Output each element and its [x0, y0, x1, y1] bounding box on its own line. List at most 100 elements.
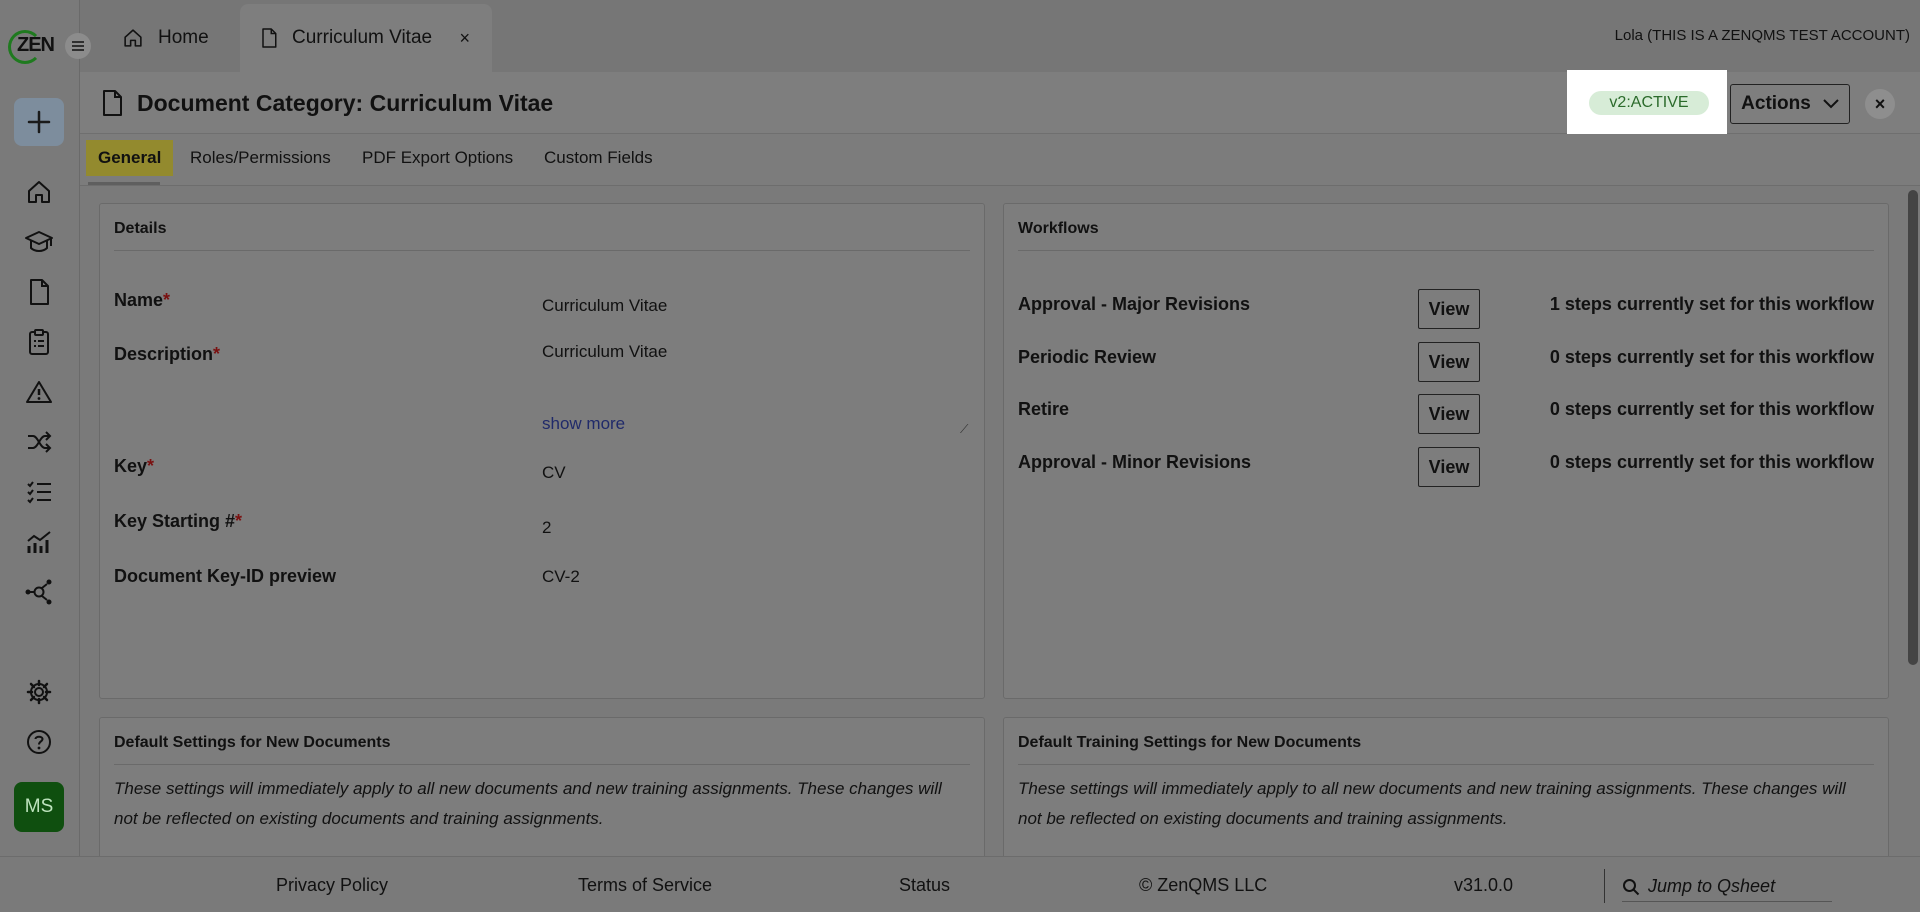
name-label-text: Name [114, 290, 164, 310]
workflows-title: Workflows [1018, 220, 1099, 237]
network-icon [25, 579, 52, 605]
active-tab-indicator [88, 182, 160, 185]
view-workflow-button[interactable]: View [1418, 447, 1480, 487]
key-id-preview-label: Document Key-ID preview [114, 566, 337, 586]
divider [114, 250, 970, 251]
default-training-settings-title: Default Training Settings for New Docume… [1018, 734, 1362, 751]
workflow-steps: 0 steps currently set for this workflow [1549, 452, 1874, 472]
default-training-settings-card: Default Training Settings for New Docume… [1003, 717, 1889, 856]
page-header: Document Category: Curriculum Vitae v2:A… [80, 70, 1920, 134]
help-icon [27, 730, 51, 754]
required-mark: * [213, 344, 221, 364]
document-icon [262, 28, 277, 48]
details-card: Details Name* Curriculum Vitae Descripti… [99, 203, 985, 699]
top-tab-bar: Home Curriculum Vitae × Lola (THIS IS A … [80, 0, 1920, 72]
analytics-icon [27, 531, 51, 553]
left-sidebar: ZEN MS [0, 0, 80, 912]
workflow-name: Periodic Review [1018, 347, 1157, 367]
nav-checklists[interactable] [24, 477, 54, 507]
page-scrollbar[interactable] [1908, 190, 1918, 665]
description-label: Description* [114, 344, 220, 365]
tab-pdf-export-options[interactable]: PDF Export Options [350, 140, 525, 176]
clipboard-icon [29, 329, 49, 355]
chevron-down-icon [1823, 93, 1839, 115]
section-tabs: General Roles/Permissions PDF Export Opt… [80, 134, 1920, 186]
user-avatar[interactable]: MS [14, 782, 64, 832]
default-settings-notice: These settings will immediately apply to… [114, 779, 942, 828]
description-label-text: Description [114, 344, 214, 364]
key-label-text: Key [114, 456, 148, 476]
shuffle-icon [28, 431, 52, 453]
default-training-settings-notice: These settings will immediately apply to… [1018, 779, 1846, 828]
version-text: v31.0.0 [1454, 875, 1514, 895]
tab-curriculum-vitae-label: Curriculum Vitae [292, 27, 433, 48]
default-settings-title: Default Settings for New Documents [114, 734, 391, 751]
nav-analytics[interactable] [24, 527, 54, 557]
logo-text: ZEN [17, 34, 55, 56]
divider [1604, 869, 1605, 903]
status-highlight: v2:ACTIVE [1567, 70, 1727, 134]
workflow-steps: 0 steps currently set for this workflow [1549, 399, 1874, 419]
workflow-steps: 0 steps currently set for this workflow [1549, 347, 1874, 367]
menu-toggle-button[interactable] [65, 33, 91, 59]
tab-custom-fields[interactable]: Custom Fields [532, 140, 665, 176]
search-icon [1623, 878, 1640, 895]
key-value[interactable]: CV [542, 463, 566, 483]
view-workflow-button[interactable]: View [1418, 342, 1480, 382]
home-icon [28, 181, 50, 203]
hamburger-icon [72, 41, 84, 51]
description-value[interactable]: Curriculum Vitae [542, 342, 667, 362]
nav-home[interactable] [24, 177, 54, 207]
home-icon [124, 29, 142, 47]
name-value[interactable]: Curriculum Vitae [542, 296, 667, 316]
document-icon [30, 279, 49, 305]
key-label: Key* [114, 456, 154, 477]
required-mark: * [163, 290, 171, 310]
status-badge[interactable]: v2:ACTIVE [1589, 91, 1709, 115]
actions-dropdown-button[interactable]: Actions [1730, 84, 1850, 124]
actions-label: Actions [1741, 93, 1811, 114]
close-page-button[interactable]: × [1865, 89, 1895, 119]
account-name[interactable]: Lola (THIS IS A ZENQMS TEST ACCOUNT) [1615, 27, 1910, 44]
divider [1018, 764, 1874, 765]
tab-roles-permissions[interactable]: Roles/Permissions [178, 140, 343, 176]
nav-issues[interactable] [24, 377, 54, 407]
key-id-preview-value: CV-2 [542, 567, 580, 586]
divider [1018, 250, 1874, 251]
nav-change-control[interactable] [24, 427, 54, 457]
zen-logo[interactable]: ZEN [8, 30, 55, 64]
required-mark: * [147, 456, 155, 476]
close-tab-icon[interactable]: × [459, 28, 470, 49]
checklist-icon [27, 481, 51, 504]
nav-documents[interactable] [24, 277, 54, 307]
nav-help[interactable] [24, 727, 54, 757]
page-title: Document Category: Curriculum Vitae [137, 90, 554, 116]
key-starting-value[interactable]: 2 [542, 518, 551, 538]
nav-tasks[interactable] [24, 327, 54, 357]
view-workflow-button[interactable]: View [1418, 394, 1480, 434]
footer: Privacy Policy Terms of Service Status ©… [0, 856, 1920, 912]
warning-icon [26, 381, 52, 403]
privacy-policy-link[interactable]: Privacy Policy [276, 875, 388, 896]
jump-to-qsheet-input[interactable] [1648, 876, 1828, 897]
show-more-link[interactable]: show more [542, 414, 625, 434]
tab-home-label: Home [158, 27, 209, 48]
status-link[interactable]: Status [899, 875, 950, 896]
resize-handle-icon[interactable]: ⟋ [960, 422, 968, 437]
copyright-text: © ZenQMS LLC [1139, 875, 1268, 895]
workflow-steps: 1 steps currently set for this workflow [1549, 294, 1874, 314]
workflow-name: Approval - Major Revisions [1018, 294, 1251, 314]
workflow-name: Approval - Minor Revisions [1018, 452, 1252, 472]
default-settings-card: Default Settings for New Documents These… [99, 717, 985, 856]
view-workflow-button[interactable]: View [1418, 289, 1480, 329]
tab-home[interactable]: Home [122, 4, 209, 72]
jump-to-qsheet [1622, 872, 1832, 902]
tab-general[interactable]: General [86, 140, 174, 176]
nav-connections[interactable] [24, 577, 54, 607]
terms-of-service-link[interactable]: Terms of Service [578, 875, 712, 896]
nav-settings[interactable] [24, 677, 54, 707]
create-new-button[interactable] [14, 98, 64, 146]
training-icon [25, 231, 53, 252]
tab-curriculum-vitae[interactable]: Curriculum Vitae × [240, 4, 492, 72]
nav-training[interactable] [24, 227, 54, 257]
